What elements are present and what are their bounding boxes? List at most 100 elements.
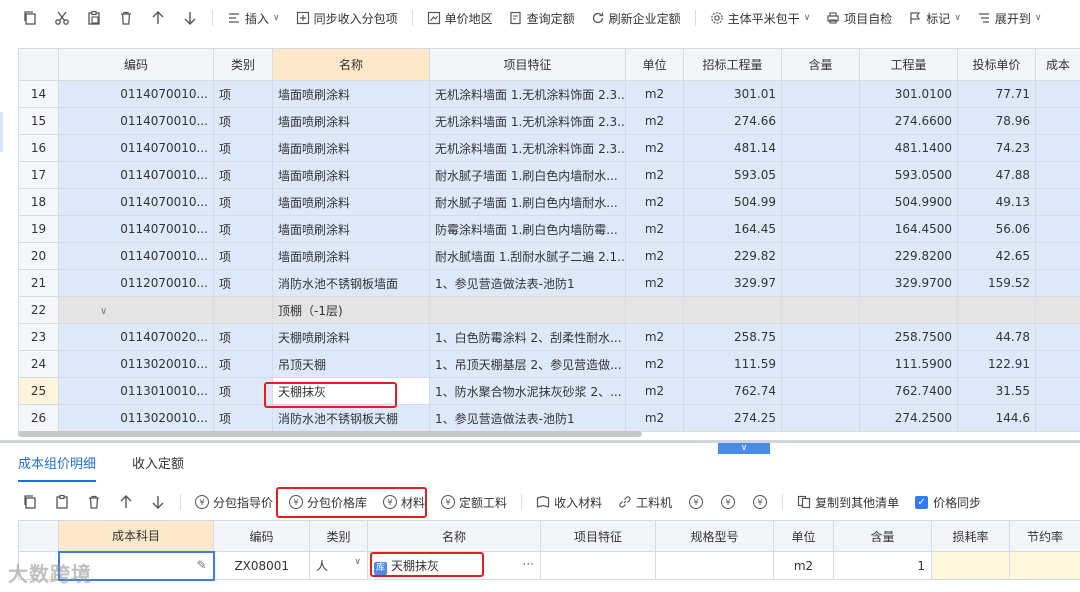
price-cell[interactable]: 159.52 (957, 269, 1036, 297)
cost-cell[interactable] (1035, 215, 1080, 243)
feature-cell[interactable]: 1、参见营造做法表-池防1 (429, 269, 626, 297)
column-header[interactable]: 项目特征 (429, 48, 626, 81)
type-cell[interactable]: 项 (213, 107, 273, 135)
content-cell[interactable] (781, 350, 860, 378)
arrow-down-icon[interactable] (142, 490, 174, 514)
code-cell[interactable]: ZX08001 (213, 551, 310, 580)
code-cell[interactable]: 0114070010... (58, 161, 214, 189)
qty-cell[interactable]: 329.9700 (859, 269, 958, 297)
content-cell[interactable] (781, 80, 860, 108)
unit-cell[interactable]: m2 (625, 377, 684, 405)
price-sync-toggle[interactable]: ✓ 价格同步 (907, 490, 989, 514)
main-body-button[interactable]: 主体平米包干 ∨ (702, 6, 819, 30)
cost-cell[interactable] (1035, 80, 1080, 108)
bid-qty-cell[interactable]: 481.14 (683, 134, 782, 162)
code-cell[interactable]: 0114070010... (58, 188, 214, 216)
cost-cell[interactable] (1035, 161, 1080, 189)
feature-cell[interactable]: 防霉涂料墙面 1.刷白色内墙防霉... (429, 215, 626, 243)
unit-cell[interactable]: m2 (625, 188, 684, 216)
column-header[interactable]: 类别 (309, 520, 368, 552)
table-row[interactable]: 26 0113020010... 项消防水池不锈钢板天棚 1、参见营造做法表-池防1 m… (18, 404, 1080, 432)
column-header[interactable]: 编码 (58, 48, 214, 81)
table-row[interactable]: 21 0112070010... 项消防水池不锈钢板墙面 1、参见营造做法表-池防1 m… (18, 269, 1080, 297)
coin-icon[interactable]: ¥ (744, 490, 776, 514)
column-header[interactable]: 类别 (213, 48, 273, 81)
expand-button[interactable]: 展开到 ∨ (969, 6, 1050, 30)
qty-cell[interactable]: 111.5900 (859, 350, 958, 378)
name-cell[interactable]: 墙面喷刷涂料 (272, 107, 430, 135)
row-number-cell[interactable]: 24 (18, 350, 59, 378)
more-icon[interactable]: ··· (523, 557, 534, 571)
content-cell[interactable] (781, 215, 860, 243)
code-cell[interactable]: 0114070010... (58, 242, 214, 270)
row-number-cell[interactable]: 26 (18, 404, 59, 432)
bid-qty-cell[interactable]: 301.01 (683, 80, 782, 108)
column-header[interactable]: 项目特征 (540, 520, 656, 552)
chevron-down-icon[interactable]: ∨ (100, 306, 107, 317)
empty-cell[interactable] (683, 296, 782, 324)
row-number-cell[interactable]: 25 (18, 377, 59, 405)
name-cell[interactable]: 墙面喷刷涂料 (272, 188, 430, 216)
column-header[interactable]: 名称 (272, 48, 430, 81)
column-header[interactable]: 编码 (213, 520, 310, 552)
type-cell[interactable] (213, 296, 273, 324)
name-cell[interactable]: 墙面喷刷涂料 (272, 215, 430, 243)
sub-guide-button[interactable]: ¥ 分包指导价 (187, 490, 281, 514)
code-cell[interactable]: 0114070010... (58, 107, 214, 135)
row-number-cell[interactable]: 18 (18, 188, 59, 216)
insert-button[interactable]: 插入 ∨ (219, 6, 288, 30)
qty-cell[interactable]: 762.7400 (859, 377, 958, 405)
feature-cell[interactable]: 1、白色防霉涂料 2、刮柔性耐水... (429, 323, 626, 351)
table-row[interactable]: 24 0113020010... 项吊顶天棚 1、吊顶天棚基层 2、参见营造做... m… (18, 350, 1080, 378)
unit-cell[interactable]: m2 (625, 323, 684, 351)
unit-cell[interactable]: m2 (625, 134, 684, 162)
cost-cell[interactable] (1035, 323, 1080, 351)
feature-cell[interactable]: 耐水腻墙面 1.刮耐水腻子二遍 2.1... (429, 242, 626, 270)
price-cell[interactable]: 122.91 (957, 350, 1036, 378)
content-cell[interactable]: 1 (833, 551, 932, 580)
price-cell[interactable]: 47.88 (957, 161, 1036, 189)
price-cell[interactable]: 78.96 (957, 107, 1036, 135)
pane-divider[interactable] (0, 440, 1080, 443)
type-cell[interactable]: 人 ∨ (309, 551, 368, 580)
empty-cell[interactable] (859, 296, 958, 324)
code-cell[interactable]: 0112070010... (58, 269, 214, 297)
arrow-up-icon[interactable] (142, 6, 174, 30)
feature-cell[interactable]: 无机涂料墙面 1.无机涂料饰面 2.3... (429, 80, 626, 108)
code-cell[interactable]: ∨ (58, 296, 214, 324)
row-number-cell[interactable]: 20 (18, 242, 59, 270)
price-region-button[interactable]: 单价地区 (419, 6, 501, 30)
name-cell[interactable]: 消防水池不锈钢板天棚 (272, 404, 430, 432)
content-cell[interactable] (781, 134, 860, 162)
column-header[interactable]: 招标工程量 (683, 48, 782, 81)
table-row[interactable]: 20 0114070010... 项墙面喷刷涂料 耐水腻墙面 1.刮耐水腻子二遍 2.… (18, 242, 1080, 270)
bid-qty-cell[interactable]: 274.25 (683, 404, 782, 432)
tab-income-quota[interactable]: 收入定额 (114, 452, 202, 484)
table-row[interactable]: 17 0114070010... 项墙面喷刷涂料 耐水腻子墙面 1.刷白色内墙耐水..… (18, 161, 1080, 189)
cost-cell[interactable] (1035, 134, 1080, 162)
row-number-cell[interactable]: 16 (18, 134, 59, 162)
feature-cell[interactable]: 耐水腻子墙面 1.刷白色内墙耐水... (429, 188, 626, 216)
sync-button[interactable]: 同步收入分包项 (288, 6, 406, 30)
feature-cell[interactable]: 1、吊顶天棚基层 2、参见营造做... (429, 350, 626, 378)
qty-cell[interactable]: 301.0100 (859, 80, 958, 108)
bid-qty-cell[interactable]: 274.66 (683, 107, 782, 135)
code-cell[interactable]: 0114070010... (58, 215, 214, 243)
qty-cell[interactable]: 164.4500 (859, 215, 958, 243)
mark-button[interactable]: 标记 ∨ (900, 6, 969, 30)
type-cell[interactable]: 项 (213, 404, 273, 432)
unit-cell[interactable]: m2 (625, 80, 684, 108)
row-number-cell[interactable]: 23 (18, 323, 59, 351)
type-cell[interactable]: 项 (213, 215, 273, 243)
save-rate-cell[interactable] (1009, 551, 1080, 580)
price-cell[interactable]: 44.78 (957, 323, 1036, 351)
content-cell[interactable] (781, 188, 860, 216)
paste-icon[interactable] (46, 490, 78, 514)
coin-icon[interactable]: ¥ (680, 490, 712, 514)
row-number-cell[interactable]: 15 (18, 107, 59, 135)
name-cell[interactable]: 墙面喷刷涂料 (272, 161, 430, 189)
feature-cell[interactable] (540, 551, 656, 580)
feature-cell[interactable]: 无机涂料墙面 1.无机涂料饰面 2.3... (429, 134, 626, 162)
coin-icon[interactable]: ¥ (712, 490, 744, 514)
cost-cell[interactable] (1035, 350, 1080, 378)
